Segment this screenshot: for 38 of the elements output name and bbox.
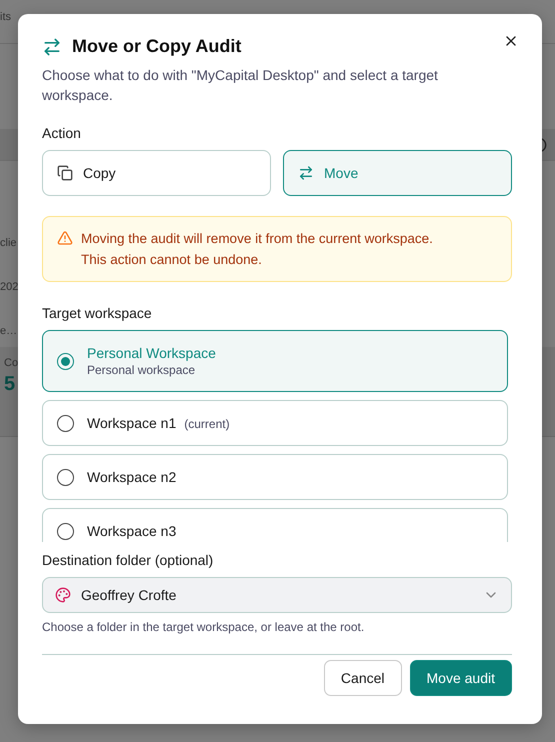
radio-button[interactable]	[57, 414, 74, 432]
dialog-title: Move or Copy Audit	[72, 36, 242, 57]
workspace-option[interactable]: Workspace n2	[42, 454, 508, 500]
background-text: its	[0, 11, 11, 23]
arrows-icon	[42, 36, 62, 56]
action-option[interactable]: Move	[283, 150, 512, 196]
radio-button[interactable]	[57, 522, 74, 540]
submit-button[interactable]: Move audit	[410, 660, 512, 696]
folder-select[interactable]: Geoffrey Crofte	[42, 577, 512, 613]
warning-text: Moving the audit will remove it from the current workspace.	[81, 230, 433, 248]
workspace-name: Workspace n1	[87, 415, 176, 431]
workspace-subtitle: Personal workspace	[87, 363, 196, 377]
field-hint: Choose a folder in the target workspace, or leave at the root.	[42, 620, 366, 634]
cancel-button[interactable]: Cancel	[324, 660, 402, 696]
warning-icon	[57, 230, 73, 246]
field-label: Destination folder (optional)	[42, 552, 214, 568]
dialog-description: Choose what to do with "MyCapital Desktop" and select a target workspace.	[42, 66, 439, 105]
workspace-option[interactable]: Personal Workspace Personal workspace	[42, 330, 508, 392]
background-text: clie	[0, 237, 17, 249]
warning-text: This action cannot be undone.	[81, 251, 263, 269]
workspace-option[interactable]: Workspace n3	[42, 508, 508, 542]
section-label: Target workspace	[42, 305, 153, 321]
background-number: 5	[4, 373, 16, 396]
workspace-name: Workspace n2	[87, 469, 176, 485]
workspace-name: Personal Workspace	[87, 345, 216, 361]
action-option[interactable]: Copy	[42, 150, 271, 196]
radio-button[interactable]	[57, 468, 74, 486]
background-text: Co	[4, 357, 18, 369]
copy-icon	[57, 165, 73, 181]
workspace-name: Workspace n3	[87, 523, 176, 539]
section-label: Action	[42, 125, 82, 141]
palette-icon	[55, 587, 71, 603]
radio-button[interactable]	[57, 352, 74, 370]
workspace-option[interactable]: Workspace n1 (current)	[42, 400, 508, 446]
background-text: 202	[0, 281, 18, 293]
background-text: e…	[0, 325, 18, 337]
arrows-icon	[298, 165, 314, 181]
workspace-note: (current)	[184, 417, 230, 431]
